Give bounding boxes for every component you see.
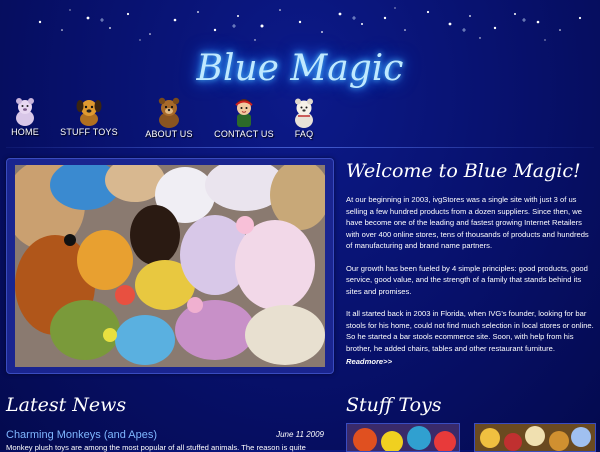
readmore-link[interactable]: Readmore>>: [346, 357, 392, 366]
welcome-paragraph-1: At our beginning in 2003, ivgStores was …: [346, 195, 589, 250]
dog-icon: [76, 100, 102, 126]
welcome-text: At our beginning in 2003, ivgStores was …: [346, 194, 596, 368]
nav-label-stuff-toys: STUFF TOYS: [60, 127, 118, 137]
nav-item-faq[interactable]: FAQ: [288, 96, 320, 140]
nav-label-about-us: ABOUT US: [145, 129, 193, 139]
stuffed-toys-image: [15, 165, 325, 367]
latest-news-title: Latest News: [6, 394, 127, 416]
welcome-title: Welcome to Blue Magic!: [346, 160, 581, 182]
nav-item-home[interactable]: HOME: [6, 96, 44, 140]
featured-photo-frame: [6, 158, 334, 374]
nav-item-stuff-toys[interactable]: STUFF TOYS: [60, 96, 118, 140]
toy-thumbnail-image-1: [347, 424, 459, 451]
star-banner: [38, 7, 582, 41]
toy-thumbnail-1[interactable]: [346, 423, 460, 452]
toy-thumbnail-2[interactable]: [474, 423, 596, 452]
nav-label-home: HOME: [11, 127, 39, 137]
nav-label-contact-us: CONTACT US: [214, 129, 274, 139]
bear-icon-home: [16, 98, 34, 126]
welcome-paragraph-3: It all started back in 2003 in Florida, …: [346, 309, 594, 353]
doll-icon: [235, 99, 253, 127]
bear-icon-brown: [158, 97, 180, 128]
stuffed-toys-photo: [15, 165, 325, 367]
news-date: June 11 2009: [276, 430, 324, 439]
news-headline-link[interactable]: Charming Monkeys (and Apes): [6, 429, 157, 441]
welcome-paragraph-2: Our growth has been fueled by 4 simple p…: [346, 263, 588, 296]
bear-icon-white: [295, 98, 313, 128]
news-body: Monkey plush toys are among the most pop…: [6, 443, 306, 452]
site-logo[interactable]: Blue Magic: [0, 48, 600, 89]
toy-thumbnail-image-2: [475, 424, 595, 451]
main-nav: HOME STUFF TOYS ABOUT US CONTACT US FAQ: [0, 96, 600, 142]
header-divider: [6, 147, 594, 148]
nav-item-contact-us[interactable]: CONTACT US: [214, 96, 274, 140]
nav-item-about-us[interactable]: ABOUT US: [144, 96, 194, 140]
nav-label-faq: FAQ: [294, 129, 314, 139]
stuff-toys-title: Stuff Toys: [346, 394, 442, 416]
